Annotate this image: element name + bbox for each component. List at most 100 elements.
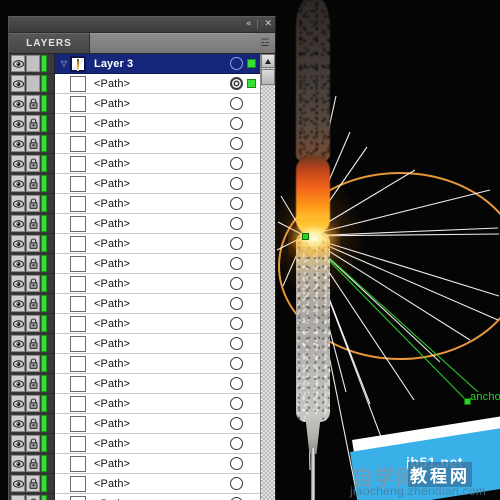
- target-indicator-icon[interactable]: [230, 117, 243, 130]
- layer-row[interactable]: <Path>: [55, 414, 260, 434]
- layer-name-label[interactable]: <Path>: [94, 298, 230, 310]
- chevron-down-icon[interactable]: ▽: [59, 59, 69, 68]
- layer-name-label[interactable]: <Path>: [94, 258, 230, 270]
- layer-row[interactable]: <Path>: [55, 374, 260, 394]
- target-indicator-icon[interactable]: [230, 357, 243, 370]
- lock-icon[interactable]: [26, 115, 40, 132]
- layer-row[interactable]: <Path>: [55, 94, 260, 114]
- lock-icon[interactable]: [26, 495, 40, 500]
- layer-row[interactable]: <Path>: [55, 254, 260, 274]
- layer-row[interactable]: <Path>: [55, 474, 260, 494]
- lock-icon[interactable]: [26, 455, 40, 472]
- layer-name-label[interactable]: <Path>: [94, 138, 230, 150]
- target-indicator-icon[interactable]: [230, 217, 243, 230]
- eye-icon[interactable]: [11, 295, 25, 312]
- panel-titlebar[interactable]: « ✕: [9, 17, 275, 33]
- eye-icon[interactable]: [11, 115, 25, 132]
- layer-row[interactable]: <Path>: [55, 74, 260, 94]
- layer-row[interactable]: <Path>: [55, 494, 260, 500]
- layer-row[interactable]: <Path>: [55, 174, 260, 194]
- lock-toggle-empty[interactable]: [26, 55, 40, 72]
- close-icon[interactable]: ✕: [264, 20, 272, 29]
- lock-icon[interactable]: [26, 195, 40, 212]
- lock-icon[interactable]: [26, 315, 40, 332]
- layer-row-selected[interactable]: ▽ Layer 3: [55, 54, 260, 74]
- eye-icon[interactable]: [11, 55, 25, 72]
- scrollbar-thumb[interactable]: [261, 69, 275, 85]
- lock-icon[interactable]: [26, 335, 40, 352]
- layer-row[interactable]: <Path>: [55, 214, 260, 234]
- layer-name-label[interactable]: <Path>: [94, 358, 230, 370]
- target-indicator-icon[interactable]: [230, 477, 243, 490]
- layer-name-label[interactable]: <Path>: [94, 478, 230, 490]
- eye-icon[interactable]: [11, 415, 25, 432]
- lock-icon[interactable]: [26, 355, 40, 372]
- eye-icon[interactable]: [11, 135, 25, 152]
- layer-row[interactable]: <Path>: [55, 154, 260, 174]
- layer-row[interactable]: <Path>: [55, 274, 260, 294]
- layer-name-label[interactable]: <Path>: [94, 438, 230, 450]
- target-indicator-icon[interactable]: [230, 97, 243, 110]
- lock-icon[interactable]: [26, 415, 40, 432]
- target-indicator-icon[interactable]: [230, 257, 243, 270]
- eye-icon[interactable]: [11, 275, 25, 292]
- target-indicator-icon[interactable]: [230, 377, 243, 390]
- eye-icon[interactable]: [11, 315, 25, 332]
- eye-icon[interactable]: [11, 355, 25, 372]
- layers-scrollbar[interactable]: [260, 54, 275, 500]
- eye-icon[interactable]: [11, 155, 25, 172]
- panel-menu-icon[interactable]: ☲: [255, 33, 275, 53]
- anchor-point-marker[interactable]: [302, 233, 309, 240]
- lock-icon[interactable]: [26, 95, 40, 112]
- layer-name-label[interactable]: <Path>: [94, 398, 230, 410]
- eye-icon[interactable]: [11, 435, 25, 452]
- target-indicator-icon[interactable]: [230, 297, 243, 310]
- layers-list[interactable]: ▽ Layer 3 <Path> <Path> <Path> <Path> <Path> <P…: [55, 54, 260, 500]
- scrollbar-track[interactable]: [261, 85, 275, 500]
- layer-row[interactable]: <Path>: [55, 194, 260, 214]
- target-indicator-icon[interactable]: [230, 137, 243, 150]
- target-indicator-icon[interactable]: [230, 337, 243, 350]
- layer-row[interactable]: <Path>: [55, 394, 260, 414]
- layer-row[interactable]: <Path>: [55, 134, 260, 154]
- layer-name-label[interactable]: <Path>: [94, 78, 230, 90]
- layer-name-label[interactable]: <Path>: [94, 158, 230, 170]
- layer-name-label[interactable]: <Path>: [94, 278, 230, 290]
- target-indicator-icon[interactable]: [230, 237, 243, 250]
- scroll-up-button[interactable]: [261, 54, 275, 68]
- lock-icon[interactable]: [26, 275, 40, 292]
- eye-icon[interactable]: [11, 215, 25, 232]
- layer-row[interactable]: <Path>: [55, 294, 260, 314]
- target-indicator-icon[interactable]: [230, 397, 243, 410]
- target-indicator-icon[interactable]: [230, 277, 243, 290]
- layer-name-label[interactable]: <Path>: [94, 338, 230, 350]
- layer-name-label[interactable]: <Path>: [94, 458, 230, 470]
- lock-icon[interactable]: [26, 135, 40, 152]
- eye-icon[interactable]: [11, 375, 25, 392]
- eye-icon[interactable]: [11, 455, 25, 472]
- layer-name-label[interactable]: <Path>: [94, 238, 230, 250]
- lock-icon[interactable]: [26, 395, 40, 412]
- target-indicator-icon[interactable]: [230, 317, 243, 330]
- eye-icon[interactable]: [11, 175, 25, 192]
- lock-icon[interactable]: [26, 375, 40, 392]
- lock-toggle-empty[interactable]: [26, 75, 40, 92]
- target-indicator-icon[interactable]: [230, 157, 243, 170]
- lock-icon[interactable]: [26, 475, 40, 492]
- layer-row[interactable]: <Path>: [55, 234, 260, 254]
- layer-name-label[interactable]: <Path>: [94, 418, 230, 430]
- lock-icon[interactable]: [26, 235, 40, 252]
- eye-icon[interactable]: [11, 235, 25, 252]
- layer-name-label[interactable]: <Path>: [94, 98, 230, 110]
- target-indicator-icon[interactable]: [230, 457, 243, 470]
- eye-icon[interactable]: [11, 195, 25, 212]
- lock-icon[interactable]: [26, 175, 40, 192]
- layer-row[interactable]: <Path>: [55, 114, 260, 134]
- eye-icon[interactable]: [11, 95, 25, 112]
- lock-icon[interactable]: [26, 155, 40, 172]
- layer-row[interactable]: <Path>: [55, 434, 260, 454]
- layer-name-label[interactable]: <Path>: [94, 178, 230, 190]
- sparkler-artwork[interactable]: [296, 0, 330, 500]
- tab-layers[interactable]: LAYERS: [9, 33, 90, 53]
- target-indicator-icon[interactable]: [230, 437, 243, 450]
